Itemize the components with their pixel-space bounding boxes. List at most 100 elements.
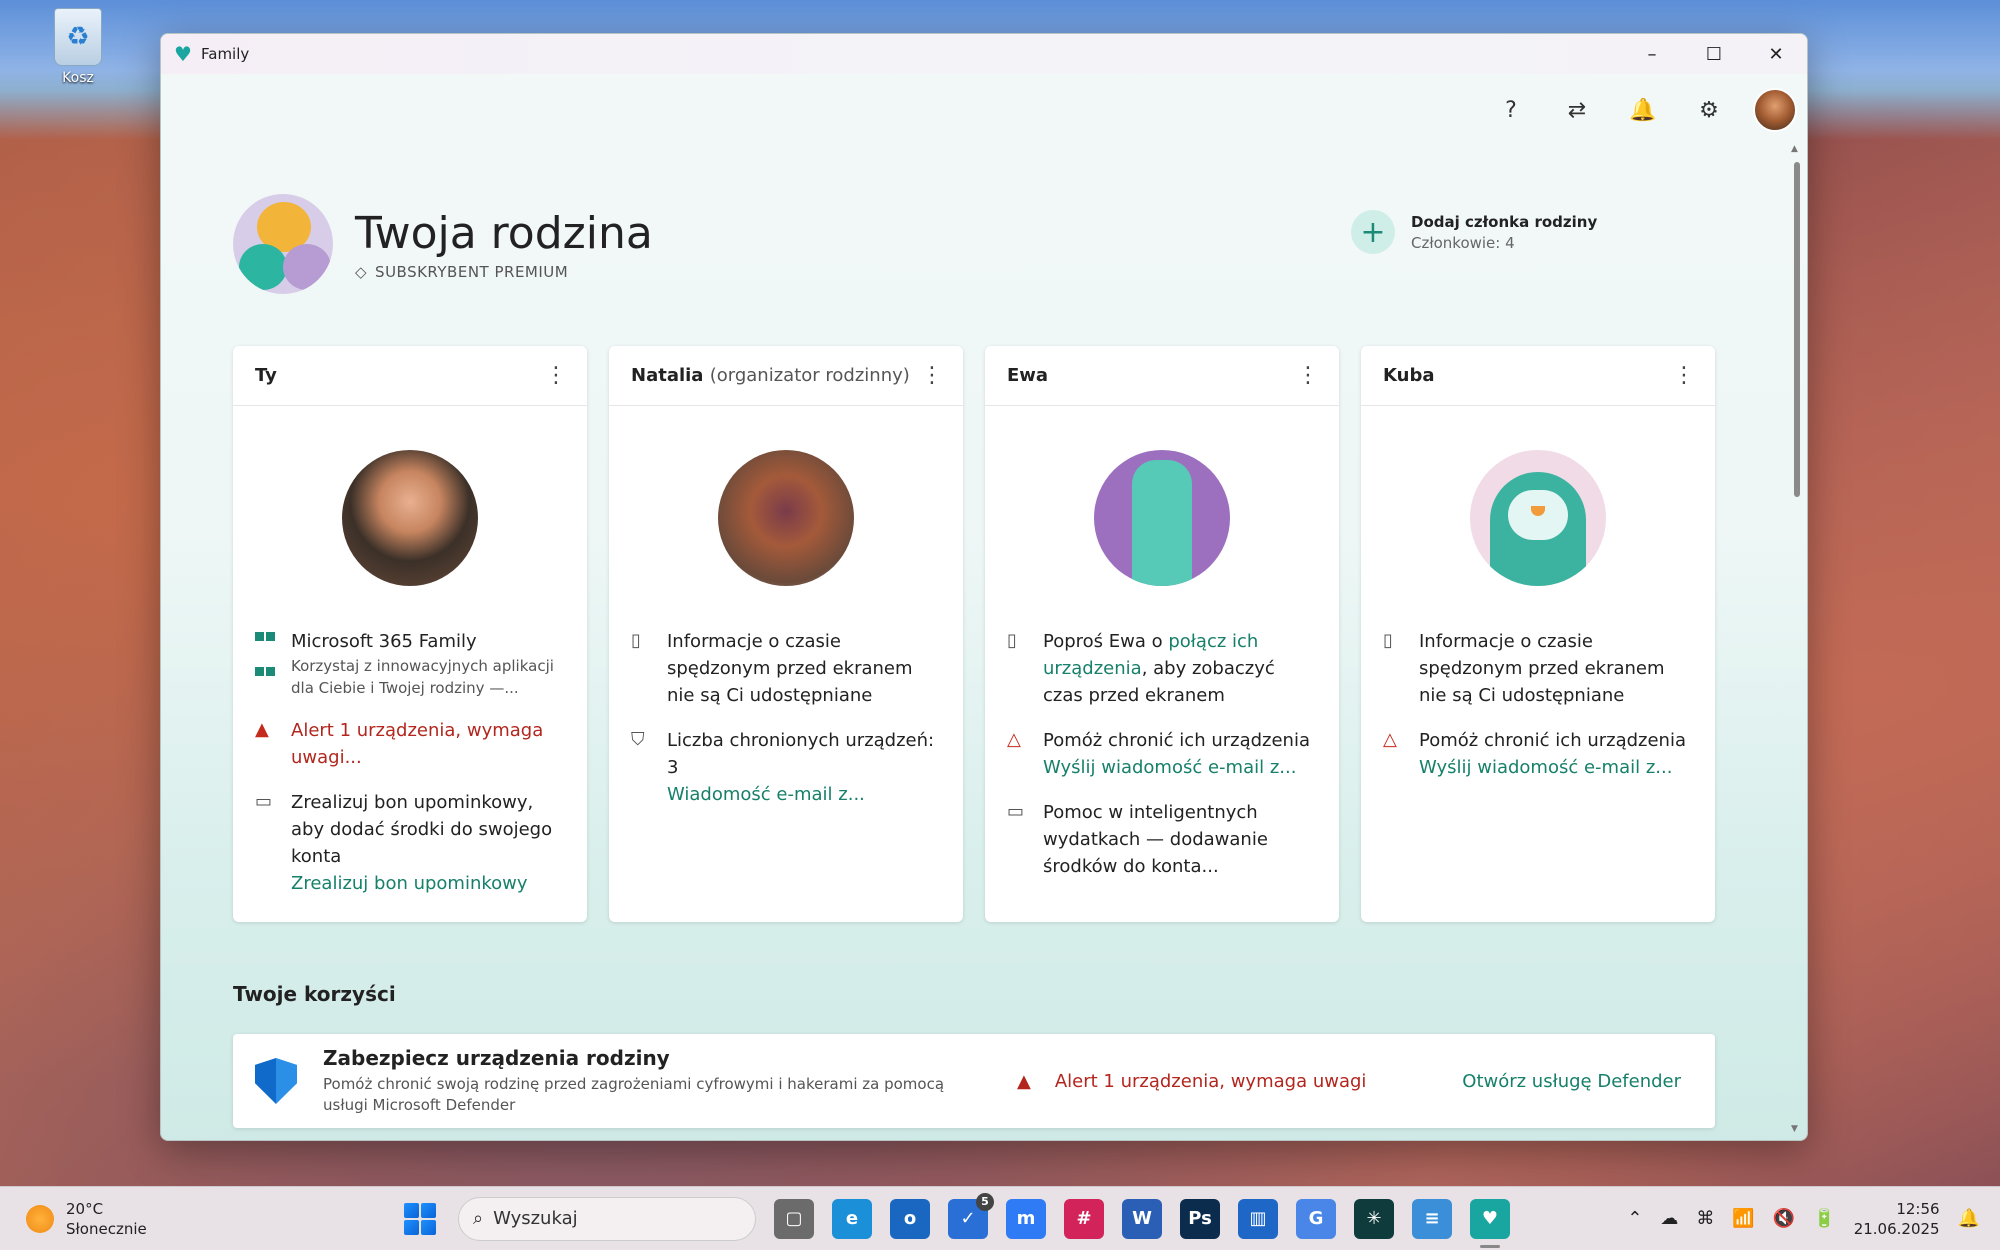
minimize-button[interactable]: – (1621, 34, 1683, 74)
item-text: Informacje o czasie spędzonym przed ekra… (1419, 631, 1665, 706)
family-window: ♥ Family – ☐ ✕ ? ⇄ 🔔 ⚙ ▲ ▼ Twoja rodzina… (160, 33, 1808, 1141)
family-heart-icon: ♥ (174, 42, 192, 66)
list-item[interactable]: ▭ Pomoc w inteligentnych wydatkach — dod… (1007, 799, 1319, 880)
scrollbar[interactable]: ▲ ▼ (1791, 144, 1801, 1134)
account-avatar[interactable] (1753, 88, 1797, 132)
outlook-app-icon[interactable]: o (890, 1198, 930, 1239)
more-options-icon[interactable]: ⋮ (1673, 363, 1695, 388)
item-text: Pomoc w inteligentnych wydatkach — dodaw… (1043, 802, 1268, 877)
benefit-description: Pomóż chronić swoją rodzinę przed zagroż… (323, 1075, 945, 1114)
member-card-kuba[interactable]: Kuba ⋮ ▯ Informacje o czasie spędzonym p… (1361, 346, 1715, 922)
member-name: Ty (255, 365, 277, 386)
volume-muted-icon[interactable]: 🔇 (1773, 1208, 1795, 1229)
edge-app-icon[interactable]: e (832, 1198, 872, 1239)
switch-account-icon[interactable]: ⇄ (1555, 88, 1599, 132)
email-link[interactable]: Wyślij wiadomość e-mail z... (1419, 754, 1686, 781)
benefit-alert-text: Alert 1 urządzenia, wymaga uwagi (1054, 1070, 1367, 1092)
item-text: Zrealizuj bon upominkowy, aby dodać środ… (291, 792, 553, 867)
more-options-icon[interactable]: ⋮ (921, 363, 943, 388)
item-text: Informacje o czasie spędzonym przed ekra… (667, 631, 913, 706)
member-card-ty[interactable]: Ty ⋮ Microsoft 365 Family Korzystaj z in… (233, 346, 587, 922)
family-header: Twoja rodzina ◇ SUBSKRYBENT PREMIUM (233, 194, 653, 294)
family-bears-avatar (233, 194, 333, 294)
translate-app-icon[interactable]: G (1296, 1198, 1336, 1239)
family-app-icon[interactable]: ♥ (1470, 1198, 1510, 1248)
member-cards: Ty ⋮ Microsoft 365 Family Korzystaj z in… (233, 346, 1715, 922)
notification-bell-icon[interactable]: 🔔 (1958, 1208, 1980, 1229)
notification-badge: 5 (976, 1192, 994, 1211)
penguin-avatar (1470, 450, 1606, 586)
help-icon[interactable]: ? (1489, 88, 1533, 132)
gift-card-icon: ▭ (1007, 801, 1025, 822)
slack-app-icon[interactable]: # (1064, 1198, 1104, 1239)
close-button[interactable]: ✕ (1745, 34, 1807, 74)
warning-filled-icon: ▲ (255, 719, 269, 740)
messenger-app-icon[interactable]: m (1006, 1198, 1046, 1239)
scroll-up-arrow-icon[interactable]: ▲ (1791, 144, 1798, 154)
start-button[interactable] (400, 1199, 440, 1239)
benefit-title: Zabezpiecz urządzenia rodziny (323, 1046, 670, 1070)
redeem-link[interactable]: Zrealizuj bon upominkowy (291, 870, 567, 897)
benefits-heading: Twoje korzyści (233, 982, 396, 1006)
email-link[interactable]: Wyślij wiadomość e-mail z... (1043, 754, 1310, 781)
weather-widget[interactable]: 20°C Słonecznie (26, 1199, 147, 1239)
weather-desc: Słonecznie (66, 1219, 147, 1238)
subscription-label: SUBSKRYBENT PREMIUM (375, 262, 569, 281)
scroll-down-arrow-icon[interactable]: ▼ (1791, 1124, 1798, 1134)
add-member-label: Dodaj członka rodziny (1411, 212, 1598, 231)
maximize-button[interactable]: ☐ (1683, 34, 1745, 74)
app-toolbar: ? ⇄ 🔔 ⚙ (1489, 74, 1807, 146)
settings-icon[interactable]: ⚙ (1687, 88, 1731, 132)
defender-benefit-card[interactable]: Zabezpiecz urządzenia rodziny Pomóż chro… (233, 1034, 1715, 1128)
todo-app-icon[interactable]: ✓ 5 (948, 1192, 994, 1239)
more-options-icon[interactable]: ⋮ (1297, 363, 1319, 388)
list-item: ▯ Poproś Ewa o połącz ich urządzenia, ab… (1007, 628, 1319, 709)
member-avatar (342, 450, 478, 586)
shield-icon: ⛉ (631, 729, 645, 750)
member-avatar (718, 450, 854, 586)
member-name: Natalia (organizator rodzinny) (631, 365, 910, 386)
slack-tray-icon[interactable]: ⌘ (1696, 1208, 1714, 1229)
sun-icon (26, 1204, 54, 1233)
clock-time: 12:56 (1896, 1199, 1940, 1218)
perplexity-app-icon[interactable]: ✳ (1354, 1198, 1394, 1239)
item-text: Pomóż chronić ich urządzenia (1419, 730, 1686, 751)
premium-badge: ◇ SUBSKRYBENT PREMIUM (355, 263, 653, 281)
photoshop-app-icon[interactable]: Ps (1180, 1198, 1220, 1239)
word-app-icon[interactable]: W (1122, 1198, 1162, 1239)
list-item: △ Pomóż chronić ich urządzenia Wyślij wi… (1383, 727, 1695, 781)
trello-app-icon[interactable]: ▥ (1238, 1198, 1278, 1239)
alert-link[interactable]: Alert 1 urządzenia, wymaga uwagi... (291, 717, 567, 771)
scroll-thumb[interactable] (1794, 162, 1800, 497)
wifi-icon[interactable]: 📶 (1732, 1208, 1754, 1229)
member-card-natalia[interactable]: Natalia (organizator rodzinny) ⋮ ▯ Infor… (609, 346, 963, 922)
warning-filled-icon: ▲ (1017, 1070, 1031, 1092)
item-subtitle: Korzystaj z innowacyjnych aplikacji dla … (291, 657, 554, 697)
bell-icon[interactable]: 🔔 (1621, 88, 1665, 132)
member-name: Ewa (1007, 365, 1049, 386)
task-view-app-icon[interactable]: ▢ (774, 1198, 814, 1239)
notepad-app-icon[interactable]: ≡ (1412, 1198, 1452, 1239)
recycle-bin[interactable]: ♻ Kosz (40, 8, 116, 86)
email-link[interactable]: Wiadomość e-mail z... (667, 781, 943, 808)
devices-icon: ▯ (631, 630, 641, 651)
clock[interactable]: 12:56 21.06.2025 (1854, 1199, 1940, 1239)
list-item: ▯ Informacje o czasie spędzonym przed ek… (631, 628, 943, 709)
show-hidden-icons-icon[interactable]: ⌃ (1627, 1208, 1642, 1229)
search-icon: ⌕ (473, 1208, 484, 1229)
search-placeholder: Wyszukaj (493, 1208, 578, 1229)
page-title: Twoja rodzina (355, 207, 653, 259)
onedrive-icon[interactable]: ☁ (1660, 1208, 1678, 1229)
devices-icon: ▯ (1383, 630, 1393, 651)
member-card-ewa[interactable]: Ewa ⋮ ▯ Poproś Ewa o połącz ich urządzen… (985, 346, 1339, 922)
add-member-button[interactable]: + Dodaj członka rodziny Członkowie: 4 (1351, 210, 1597, 254)
warning-outline-icon: △ (1007, 729, 1021, 750)
recycle-bin-icon: ♻ (54, 8, 102, 66)
open-defender-link[interactable]: Otwórz usługę Defender (1462, 1071, 1681, 1092)
more-options-icon[interactable]: ⋮ (545, 363, 567, 388)
battery-icon[interactable]: 🔋 (1813, 1208, 1835, 1229)
list-item[interactable]: Microsoft 365 Family Korzystaj z innowac… (255, 628, 567, 699)
taskbar-search[interactable]: ⌕ Wyszukaj (458, 1196, 756, 1241)
list-item[interactable]: ▲ Alert 1 urządzenia, wymaga uwagi... (255, 717, 567, 771)
weather-temp: 20°C (66, 1199, 104, 1218)
